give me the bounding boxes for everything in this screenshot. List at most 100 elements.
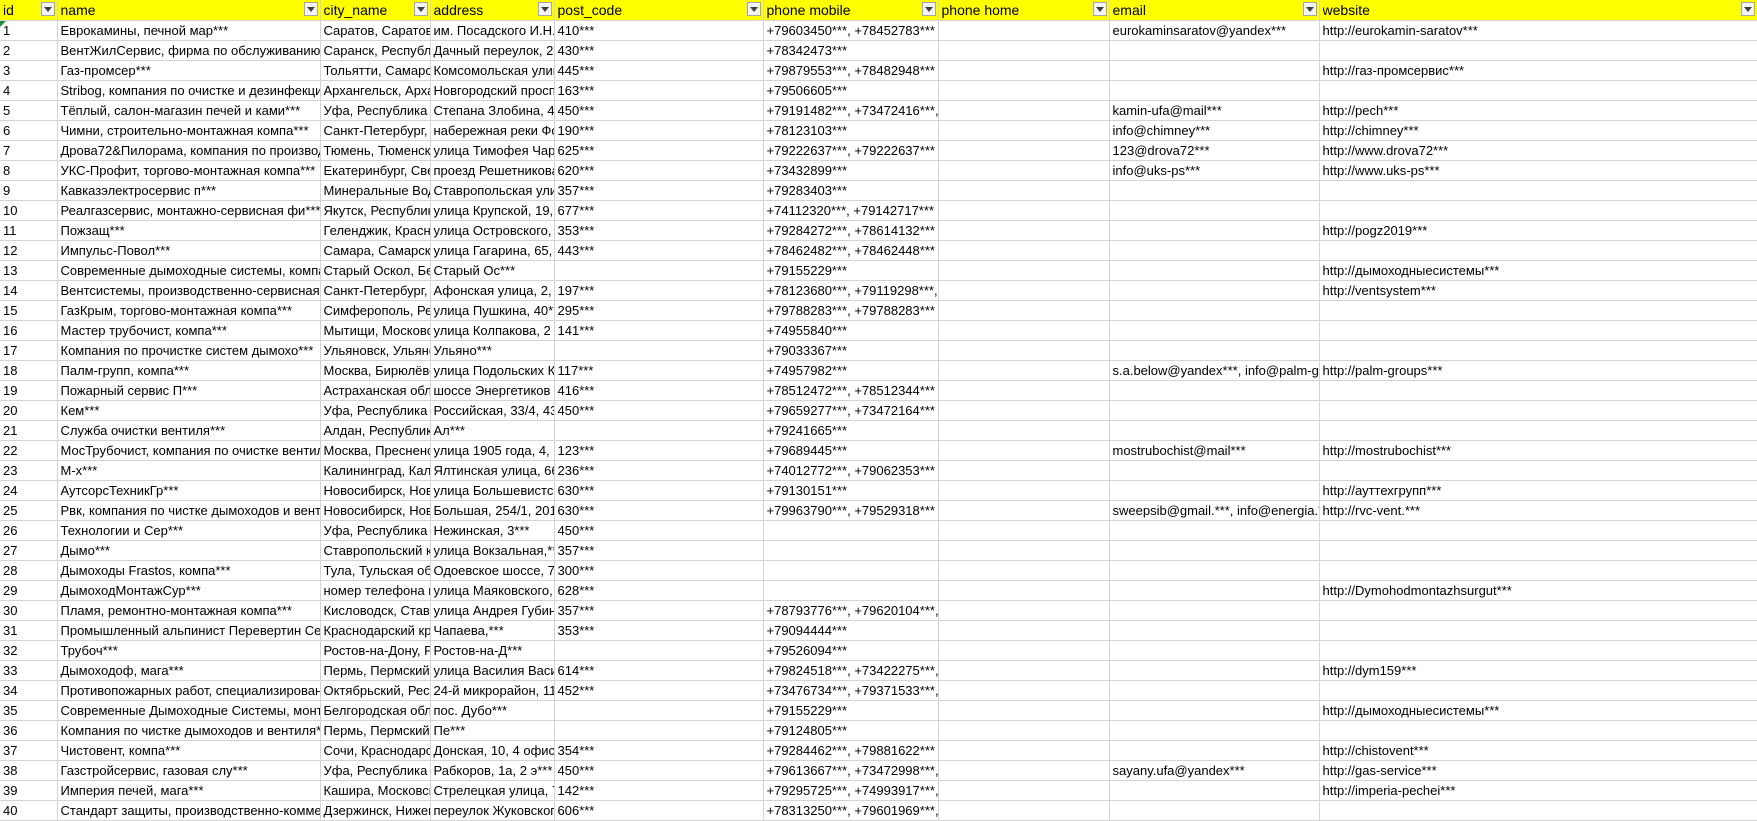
cell-address[interactable]: переулок Жуковского	[430, 800, 555, 821]
cell-website[interactable]	[1319, 320, 1757, 341]
cell-id[interactable]: 18	[0, 360, 58, 381]
cell-city-name[interactable]: Тюмень, Тюменская	[320, 140, 431, 161]
cell-phone-mobile[interactable]: +79824518***, +73422275***, +7	[763, 660, 939, 681]
cell-city-name[interactable]: Санкт-Петербург, Ленинградская	[320, 280, 431, 301]
cell-phone-home[interactable]	[938, 560, 1110, 581]
cell-website[interactable]	[1319, 180, 1757, 201]
cell-address[interactable]: улица Тимофея Чаркова	[430, 140, 555, 161]
cell-email[interactable]	[1109, 240, 1320, 261]
cell-name[interactable]: Империя печей, мага***	[57, 780, 321, 801]
cell-name[interactable]: Компания по чистке дымоходов и вентиля**…	[57, 720, 321, 741]
cell-city-name[interactable]: Старый Оскол, Белгородская	[320, 260, 431, 281]
cell-city-name[interactable]: Тольятти, Самарская	[320, 60, 431, 81]
cell-name[interactable]: УКС-Профит, торгово-монтажная компа***	[57, 160, 321, 181]
cell-post-code[interactable]: 357***	[554, 180, 764, 201]
cell-phone-mobile[interactable]: +79191482***, +73472416***, +7	[763, 100, 939, 121]
cell-phone-home[interactable]	[938, 720, 1110, 741]
cell-city-name[interactable]: номер телефона не	[320, 580, 431, 601]
cell-email[interactable]	[1109, 600, 1320, 621]
column-header-id[interactable]: id	[0, 0, 58, 21]
cell-city-name[interactable]: Пермь, Пермский край	[320, 720, 431, 741]
cell-city-name[interactable]: Краснодарский край	[320, 620, 431, 641]
cell-website[interactable]	[1319, 720, 1757, 741]
cell-city-name[interactable]: Астраханская область	[320, 380, 431, 401]
cell-phone-home[interactable]	[938, 340, 1110, 361]
cell-phone-home[interactable]	[938, 640, 1110, 661]
cell-address[interactable]: пос. Дубо***	[430, 700, 555, 721]
cell-name[interactable]: М-х***	[57, 460, 321, 481]
cell-id[interactable]: 7	[0, 140, 58, 161]
cell-post-code[interactable]: 410***	[554, 20, 764, 41]
cell-website[interactable]	[1319, 560, 1757, 581]
cell-id[interactable]: 16	[0, 320, 58, 341]
cell-name[interactable]: Дымо***	[57, 540, 321, 561]
cell-phone-mobile[interactable]: +78342473***	[763, 40, 939, 61]
cell-id[interactable]: 35	[0, 700, 58, 721]
cell-id[interactable]: 21	[0, 420, 58, 441]
cell-address[interactable]: улица Подольских Курсантов	[430, 360, 555, 381]
cell-phone-home[interactable]	[938, 160, 1110, 181]
cell-address[interactable]: улица Гагарина, 65, 1	[430, 240, 555, 261]
cell-post-code[interactable]: 354***	[554, 740, 764, 761]
cell-post-code[interactable]	[554, 420, 764, 441]
cell-website[interactable]: http://imperia-pechei***	[1319, 780, 1757, 801]
cell-email[interactable]	[1109, 460, 1320, 481]
cell-post-code[interactable]: 445***	[554, 60, 764, 81]
cell-phone-mobile[interactable]: +79963790***, +79529318***	[763, 500, 939, 521]
cell-id[interactable]: 29	[0, 580, 58, 601]
cell-phone-home[interactable]	[938, 460, 1110, 481]
cell-name[interactable]: Дрова72&Пилорама, компания по производст…	[57, 140, 321, 161]
cell-email[interactable]	[1109, 620, 1320, 641]
cell-phone-home[interactable]	[938, 320, 1110, 341]
cell-city-name[interactable]: Новосибирск, Новосибирская	[320, 500, 431, 521]
cell-phone-home[interactable]	[938, 140, 1110, 161]
cell-phone-mobile[interactable]: +78793776***, +79620104***, +7	[763, 600, 939, 621]
cell-post-code[interactable]: 443***	[554, 240, 764, 261]
cell-post-code[interactable]	[554, 340, 764, 361]
cell-address[interactable]: шоссе Энергетиков (Н	[430, 380, 555, 401]
cell-city-name[interactable]: Санкт-Петербург, Ленинградская	[320, 120, 431, 141]
cell-email[interactable]	[1109, 340, 1320, 361]
cell-phone-mobile[interactable]: +73432899***	[763, 160, 939, 181]
cell-name[interactable]: ГазКрым, торгово-монтажная компа***	[57, 300, 321, 321]
cell-name[interactable]: Мастер трубочист, компа***	[57, 320, 321, 341]
filter-dropdown-button[interactable]	[1302, 2, 1317, 16]
cell-city-name[interactable]: Уфа, Республика Башкортостан	[320, 400, 431, 421]
cell-id[interactable]: 6	[0, 120, 58, 141]
cell-city-name[interactable]: Уфа, Республика Башкортостан	[320, 520, 431, 541]
cell-phone-home[interactable]	[938, 80, 1110, 101]
cell-email[interactable]	[1109, 400, 1320, 421]
cell-name[interactable]: Промышленный альпинист Перевертин Сергей	[57, 620, 321, 641]
cell-id[interactable]: 4	[0, 80, 58, 101]
cell-address[interactable]: Большая, 254/1, 201, 2	[430, 500, 555, 521]
filter-dropdown-button[interactable]	[40, 2, 55, 16]
cell-city-name[interactable]: Кашира, Московская	[320, 780, 431, 801]
cell-email[interactable]	[1109, 260, 1320, 281]
cell-phone-mobile[interactable]: +79241665***	[763, 420, 939, 441]
cell-address[interactable]: им. Посадского И.Н. ул	[430, 20, 555, 41]
cell-address[interactable]: Ал***	[430, 420, 555, 441]
cell-phone-mobile[interactable]: +78123680***, +79119298***, +7	[763, 280, 939, 301]
cell-phone-home[interactable]	[938, 660, 1110, 681]
cell-phone-home[interactable]	[938, 60, 1110, 81]
cell-city-name[interactable]: Тула, Тульская область	[320, 560, 431, 581]
cell-email[interactable]	[1109, 780, 1320, 801]
cell-website[interactable]: http://ауттехгрупп***	[1319, 480, 1757, 501]
cell-city-name[interactable]: Уфа, Республика Башкортостан	[320, 100, 431, 121]
cell-address[interactable]: Дачный переулок, 2а	[430, 40, 555, 61]
cell-address[interactable]: 24-й микрорайон, 11,	[430, 680, 555, 701]
cell-id[interactable]: 14	[0, 280, 58, 301]
cell-name[interactable]: Импульс-Повол***	[57, 240, 321, 261]
cell-id[interactable]: 31	[0, 620, 58, 641]
cell-phone-mobile[interactable]: +74955840***	[763, 320, 939, 341]
cell-name[interactable]: Чимни, строительно-монтажная компа***	[57, 120, 321, 141]
cell-name[interactable]: Кавказэлектросервис п***	[57, 180, 321, 201]
cell-address[interactable]: проезд Решетникова	[430, 160, 555, 181]
cell-id[interactable]: 2	[0, 40, 58, 61]
cell-phone-mobile[interactable]: +79659277***, +73472164***	[763, 400, 939, 421]
cell-phone-home[interactable]	[938, 680, 1110, 701]
cell-id[interactable]: 10	[0, 200, 58, 221]
cell-post-code[interactable]: 606***	[554, 800, 764, 821]
cell-phone-home[interactable]	[938, 480, 1110, 501]
cell-phone-home[interactable]	[938, 220, 1110, 241]
